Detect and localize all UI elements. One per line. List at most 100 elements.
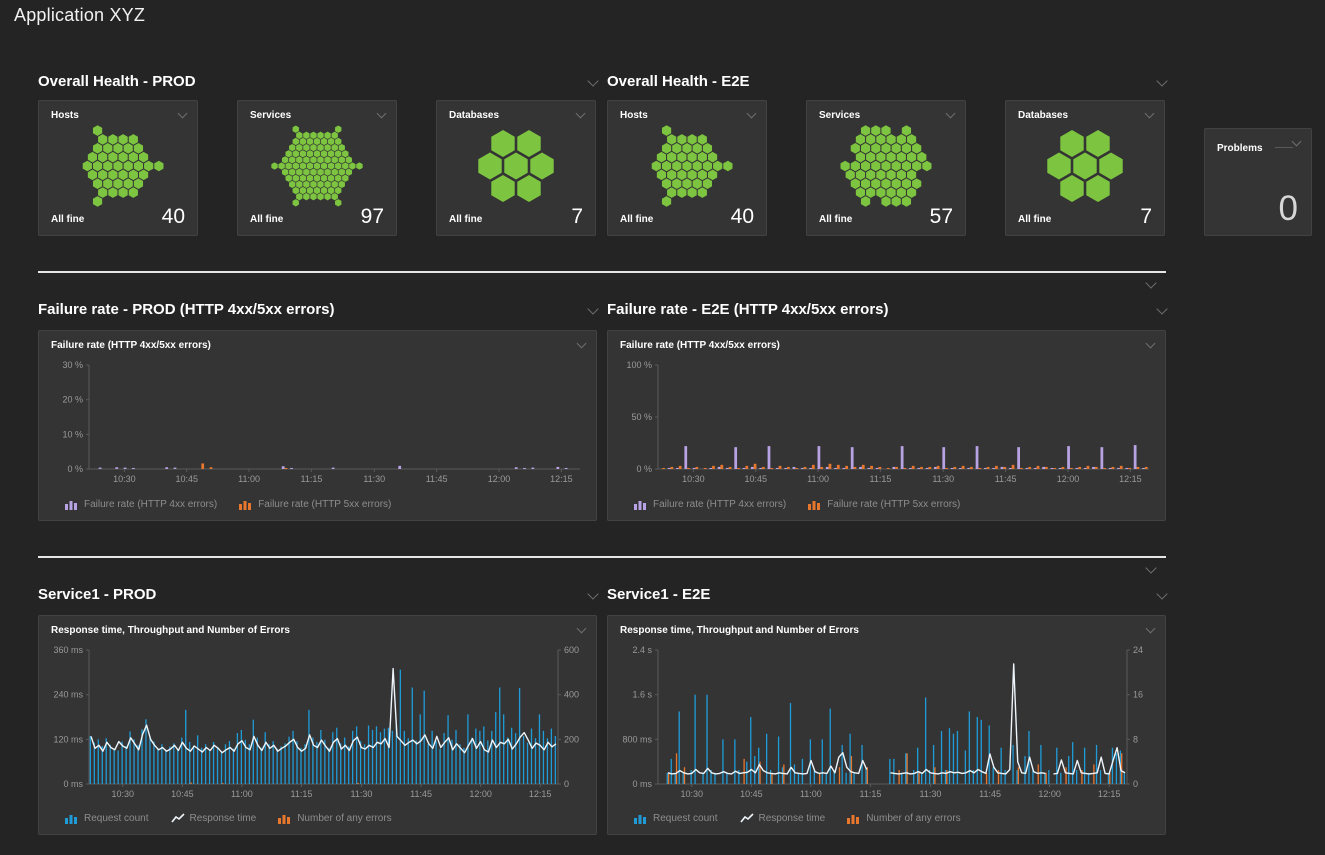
trend-dash [1275,147,1293,148]
failure-rate-prod-chart[interactable]: 0 %10 %20 %30 %10:3010:4511:0011:1511:30… [45,357,592,489]
problems-tile[interactable]: Problems 0 [1204,128,1312,236]
chevron-down-icon[interactable] [946,109,956,119]
svg-text:0: 0 [564,779,569,789]
chevron-down-icon[interactable] [1145,109,1155,119]
service1-e2e-tile[interactable]: Response time, Throughput and Number of … [607,615,1166,835]
honeycomb-hosts [66,123,170,209]
entity-count: 40 [731,205,754,229]
svg-text:200: 200 [564,734,579,744]
svg-text:11:45: 11:45 [410,789,432,799]
chevron-down-icon[interactable] [587,588,598,599]
chevron-down-icon[interactable] [587,75,598,86]
chart-legend: Request count Response time Number of any … [65,813,392,824]
chevron-down-icon[interactable] [1145,562,1156,573]
legend-item-bars[interactable]: Request count [634,813,718,824]
legend-item-bars[interactable]: Number of any errors [278,813,391,824]
legend-item-bars[interactable]: Failure rate (HTTP 4xx errors) [634,499,786,510]
chart-legend: Failure rate (HTTP 4xx errors) Failure ra… [634,499,960,510]
legend-label: Request count [653,813,718,824]
legend-label: Failure rate (HTTP 5xx errors) [258,499,391,510]
status-label: All fine [250,214,283,225]
entity-count: 7 [571,205,583,229]
svg-text:11:30: 11:30 [920,789,942,799]
svg-text:11:00: 11:00 [800,789,822,799]
chart-title: Failure rate (HTTP 4xx/5xx errors) [51,340,211,351]
svg-text:11:15: 11:15 [300,474,322,484]
legend-label: Failure rate (HTTP 4xx errors) [84,499,217,510]
section-title: Overall Health - PROD [38,73,196,90]
section-title: Overall Health - E2E [607,73,750,90]
health-tile-hosts-e2e[interactable]: Hosts All fine 40 [607,100,767,236]
service1-e2e-chart[interactable]: 0 ms800 ms1.6 s2.4 s08162410:3010:4511:0… [614,642,1161,804]
legend-item-line[interactable]: Response time [740,813,826,824]
svg-text:10:30: 10:30 [682,474,705,484]
svg-text:10:45: 10:45 [175,474,198,484]
chevron-down-icon[interactable] [178,109,188,119]
chevron-down-icon[interactable] [377,109,387,119]
legend-label: Number of any errors [866,813,960,824]
chevron-down-icon[interactable] [1146,339,1156,349]
failure-rate-e2e-chart[interactable]: 0 %50 %100 %10:3010:4511:0011:1511:3011:… [614,357,1161,489]
legend-item-bars[interactable]: Number of any errors [847,813,960,824]
chevron-down-icon[interactable] [587,303,598,314]
section-header-overall-health-prod: Overall Health - PROD [38,72,597,90]
status-label: All fine [51,214,84,225]
legend-label: Failure rate (HTTP 4xx errors) [653,499,786,510]
legend-item-line[interactable]: Response time [171,813,257,824]
section-header-overall-health-e2e: Overall Health - E2E [607,72,1166,90]
chevron-down-icon[interactable] [1156,75,1167,86]
chevron-down-icon[interactable] [1146,624,1156,634]
dashboard: Application XYZ Overall Health - PROD Ov… [0,0,1325,855]
chevron-down-icon[interactable] [747,109,757,119]
section-header-failure-e2e: Failure rate - E2E (HTTP 4xx/5xx errors) [607,300,1166,318]
legend-item-bars[interactable]: Request count [65,813,149,824]
svg-text:2.4 s: 2.4 s [632,645,652,655]
svg-text:12:15: 12:15 [1119,474,1142,484]
chevron-down-icon[interactable] [577,339,587,349]
svg-text:11:30: 11:30 [932,474,954,484]
svg-text:11:45: 11:45 [426,474,448,484]
svg-text:10:30: 10:30 [681,789,704,799]
section-title: Failure rate - PROD (HTTP 4xx/5xx errors… [38,301,335,318]
svg-text:11:45: 11:45 [995,474,1017,484]
svg-text:11:15: 11:15 [291,789,313,799]
status-label: All fine [449,214,482,225]
chevron-down-icon[interactable] [1145,277,1156,288]
section-title: Service1 - E2E [607,586,710,603]
svg-text:0 ms: 0 ms [63,779,83,789]
svg-text:12:00: 12:00 [469,789,492,799]
legend-item-bars[interactable]: Failure rate (HTTP 5xx errors) [808,499,960,510]
section-header-service1-e2e: Service1 - E2E [607,585,1166,603]
chart-legend: Failure rate (HTTP 4xx errors) Failure ra… [65,499,391,510]
svg-text:100 %: 100 % [626,360,652,370]
section-divider [38,271,1166,273]
health-tile-hosts-prod[interactable]: Hosts All fine 40 [38,100,198,236]
chevron-down-icon[interactable] [576,109,586,119]
status-label: All fine [819,214,852,225]
svg-text:11:45: 11:45 [979,789,1001,799]
health-tile-databases-prod[interactable]: Databases All fine 7 [436,100,596,236]
health-tile-databases-e2e[interactable]: Databases All fine 7 [1005,100,1165,236]
chevron-down-icon[interactable] [577,624,587,634]
svg-text:10:45: 10:45 [744,474,767,484]
svg-text:11:30: 11:30 [363,474,385,484]
chevron-down-icon[interactable] [1156,303,1167,314]
service1-prod-tile[interactable]: Response time, Throughput and Number of … [38,615,597,835]
legend-item-bars[interactable]: Failure rate (HTTP 5xx errors) [239,499,391,510]
chart-title: Response time, Throughput and Number of … [620,625,859,636]
service1-prod-chart[interactable]: 0 ms120 ms240 ms360 ms020040060010:3010:… [45,642,592,804]
svg-text:10:45: 10:45 [171,789,194,799]
failure-rate-e2e-tile[interactable]: Failure rate (HTTP 4xx/5xx errors) 0 %50… [607,330,1166,521]
svg-text:8: 8 [1133,734,1138,744]
chevron-down-icon[interactable] [1292,137,1302,147]
legend-item-bars[interactable]: Failure rate (HTTP 4xx errors) [65,499,217,510]
svg-text:0 %: 0 % [67,464,83,474]
honeycomb-services [265,123,369,209]
svg-text:11:15: 11:15 [860,789,882,799]
health-tile-services-e2e[interactable]: Services All fine 57 [806,100,966,236]
svg-text:11:30: 11:30 [351,789,373,799]
chevron-down-icon[interactable] [1156,588,1167,599]
health-tile-services-prod[interactable]: Services All fine 97 [237,100,397,236]
failure-rate-prod-tile[interactable]: Failure rate (HTTP 4xx/5xx errors) 0 % 10… [38,330,597,521]
svg-text:1.6 s: 1.6 s [632,690,652,700]
